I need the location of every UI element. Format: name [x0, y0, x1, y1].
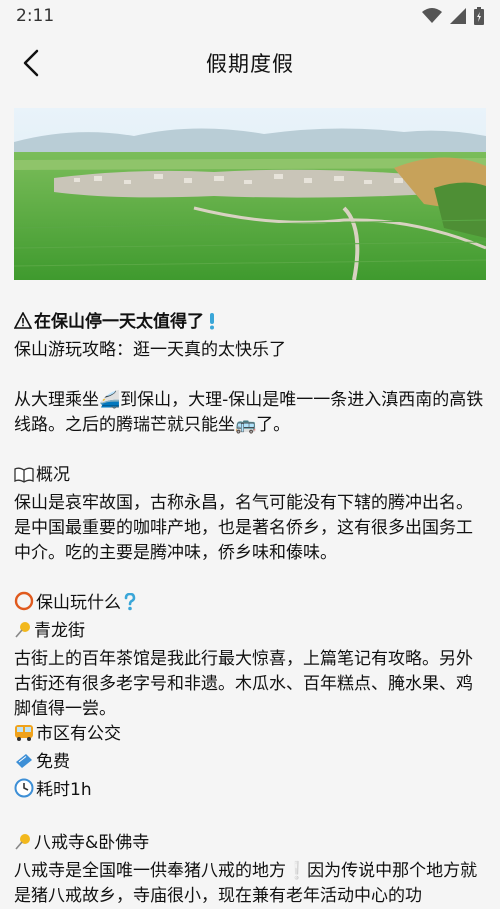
- landscape-photo: [14, 108, 486, 280]
- pin-icon: [14, 621, 32, 647]
- bus-icon: [14, 724, 34, 750]
- warning-icon: [13, 311, 33, 338]
- exclamation-icon: [208, 312, 216, 338]
- overview-heading: 概况: [14, 463, 486, 491]
- spot1-bus: 市区有公交: [14, 722, 486, 750]
- question-icon: [123, 592, 137, 619]
- article-subtitle: 保山游玩攻略：逛一天真的太快乐了: [14, 340, 286, 360]
- top-nav-bar: 假期度假: [0, 32, 500, 94]
- clock-icon: [14, 778, 34, 806]
- status-time: 2:11: [16, 6, 55, 26]
- wifi-icon: [422, 8, 442, 23]
- back-button[interactable]: [14, 46, 48, 80]
- spot2-name: 八戒寺&卧佛寺: [14, 831, 486, 859]
- article-headline: 在保山停一天太值得了: [13, 310, 486, 338]
- circle-icon: [14, 591, 34, 619]
- ticket-icon: [14, 752, 34, 778]
- status-bar: 2:11: [0, 0, 500, 32]
- hero-image[interactable]: [14, 108, 486, 280]
- spot1-ticket: 免费: [14, 750, 486, 778]
- chevron-left-icon: [23, 49, 39, 77]
- battery-icon: [474, 7, 484, 25]
- spot1-name: 青龙街: [14, 619, 486, 647]
- spot2-text: 八戒寺是全国唯一供奉猪八戒的地方❕因为传说中那个地方就是猪八戒故乡，寺庙很小，现…: [14, 861, 478, 906]
- article-intro: 从大理乘坐🚄到保山，大理-保山是唯一一条进入滇西南的高铁线路。之后的腾瑞芒就只能…: [14, 390, 484, 435]
- book-icon: [14, 466, 34, 491]
- pin-icon: [14, 833, 32, 859]
- article-body: 在保山停一天太值得了 保山游玩攻略：逛一天真的太快乐了 从大理乘坐🚄到保山，大理…: [13, 310, 486, 909]
- overview-text: 保山是哀牢故国，古称永昌，名气可能没有下辖的腾冲出名。是中国最重要的咖啡产地，也…: [14, 493, 473, 563]
- spot1-text: 古街上的百年茶馆是我此行最大惊喜，上篇笔记有攻略。另外古街还有很多老字号和非遗。…: [14, 649, 473, 719]
- signal-icon: [450, 8, 466, 24]
- page-title: 假期度假: [206, 52, 294, 76]
- status-icons: [422, 7, 484, 25]
- spot1-time: 耗时1h: [14, 778, 486, 806]
- what-to-do-heading: 保山玩什么: [14, 591, 486, 619]
